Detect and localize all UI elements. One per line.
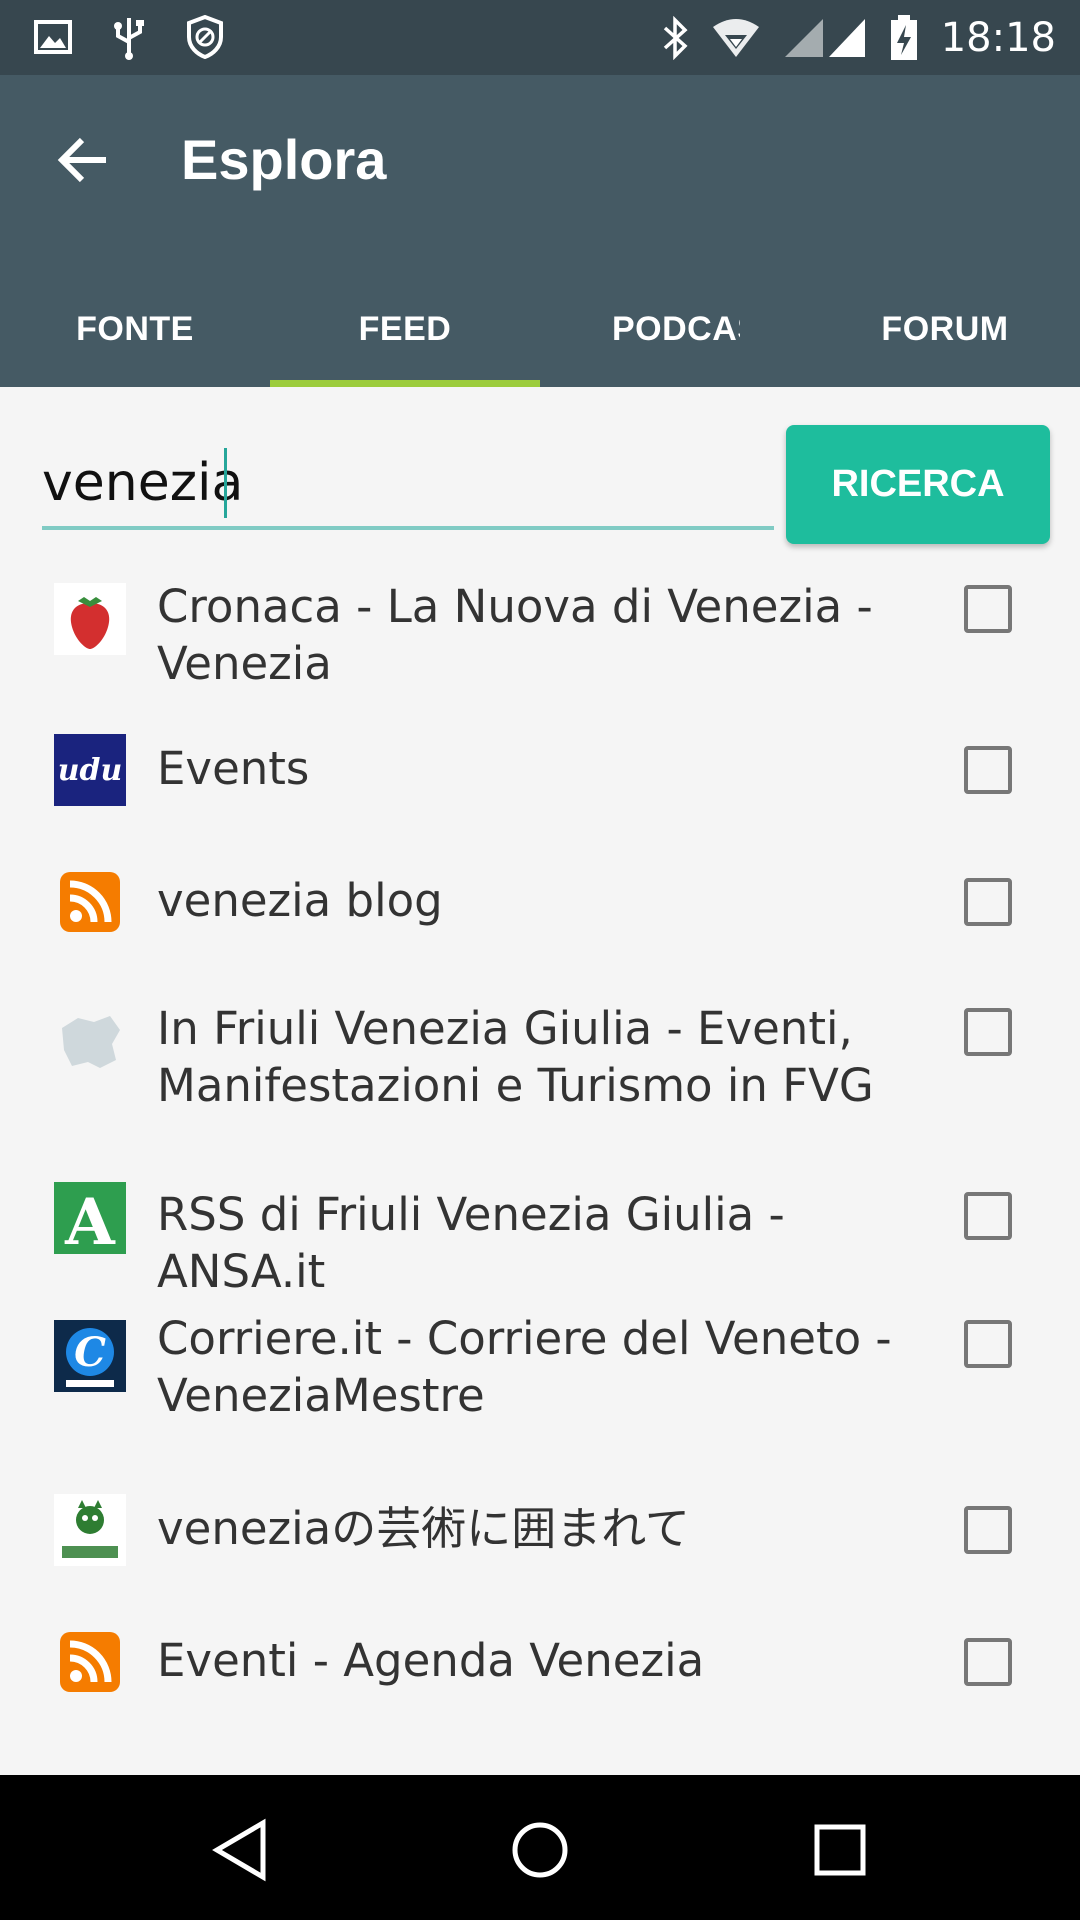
item-checkbox[interactable] — [964, 585, 1012, 633]
udu-logo-icon: udu — [54, 734, 126, 806]
item-title: Eventi - Agenda Venezia — [157, 1634, 705, 1687]
signal-icon — [784, 19, 865, 57]
item-title: Corriere.it - Corriere del Veneto - Vene… — [157, 1312, 892, 1422]
rss-icon — [60, 1632, 120, 1692]
status-bar: 18:18 — [0, 0, 1080, 75]
search-button[interactable]: RICERCA — [786, 425, 1050, 544]
app-bar: Esplora FONTE FEED PODCAS FORUM — [0, 75, 1080, 387]
clock: 18:18 — [940, 15, 1056, 61]
item-title: Events — [157, 742, 310, 795]
tab-feed[interactable]: FEED — [270, 271, 540, 387]
ansa-logo-icon: A — [54, 1182, 126, 1254]
list-item[interactable]: veneziaの芸術に囲まれて — [0, 1470, 1080, 1602]
back-triangle-icon[interactable] — [205, 1815, 275, 1885]
rss-icon — [60, 872, 120, 932]
item-checkbox[interactable] — [964, 1192, 1012, 1240]
list-item[interactable]: In Friuli Venezia Giulia - Eventi, Manif… — [0, 974, 1080, 1156]
back-arrow-icon[interactable] — [54, 130, 114, 190]
svg-text:A: A — [64, 1185, 116, 1254]
item-checkbox[interactable] — [964, 1638, 1012, 1686]
item-checkbox[interactable] — [964, 1506, 1012, 1554]
corriere-logo-icon: C — [54, 1320, 126, 1392]
item-title: Cronaca - La Nuova di Venezia - Venezia — [157, 580, 873, 690]
navigation-bar — [0, 1775, 1080, 1920]
image-icon — [34, 20, 72, 54]
list-item[interactable]: Cronaca - La Nuova di Venezia - Venezia — [0, 560, 1080, 710]
text-caret — [224, 448, 227, 518]
home-circle-icon[interactable] — [505, 1815, 575, 1885]
item-checkbox[interactable] — [964, 1008, 1012, 1056]
tab-bar: FONTE FEED PODCAS FORUM — [0, 271, 1080, 387]
tab-podcast[interactable]: PODCAS — [540, 271, 740, 387]
svg-text:udu: udu — [58, 753, 123, 788]
tab-forum[interactable]: FORUM — [810, 271, 1080, 387]
svg-text:C: C — [74, 1329, 106, 1376]
list-item[interactable]: C Corriere.it - Corriere del Veneto - Ve… — [0, 1288, 1080, 1470]
list-item[interactable]: A RSS di Friuli Venezia Giulia - ANSA.it — [0, 1156, 1080, 1298]
item-checkbox[interactable] — [964, 1320, 1012, 1368]
ameba-logo-icon — [54, 1494, 126, 1566]
page-title: Esplora — [181, 128, 387, 191]
strawberry-icon — [54, 583, 126, 655]
battery-charging-icon — [890, 15, 917, 60]
tab-fonte[interactable]: FONTE — [0, 271, 270, 387]
list-item[interactable]: udu Events — [0, 710, 1080, 842]
bluetooth-icon — [663, 16, 688, 60]
usb-icon — [114, 18, 144, 60]
tab-indicator — [270, 380, 540, 387]
item-title: venezia blog — [157, 874, 443, 927]
list-item[interactable]: venezia blog — [0, 842, 1080, 974]
item-title: veneziaの芸術に囲まれて — [157, 1502, 690, 1555]
recents-square-icon[interactable] — [805, 1815, 875, 1885]
search-input[interactable] — [42, 440, 774, 530]
map-region-icon — [54, 1008, 126, 1080]
block-icon — [187, 15, 223, 59]
item-title: RSS di Friuli Venezia Giulia - ANSA.it — [157, 1188, 785, 1298]
list-item[interactable]: Eventi - Agenda Venezia — [0, 1602, 1080, 1734]
wifi-icon — [712, 19, 759, 57]
item-checkbox[interactable] — [964, 878, 1012, 926]
item-checkbox[interactable] — [964, 746, 1012, 794]
item-title: In Friuli Venezia Giulia - Eventi, Manif… — [157, 1002, 874, 1112]
